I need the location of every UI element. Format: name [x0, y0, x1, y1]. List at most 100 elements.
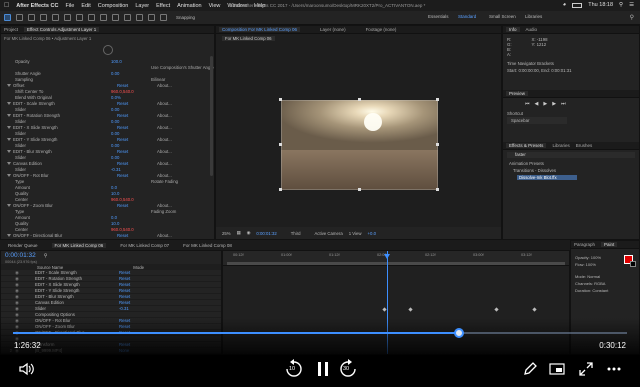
- tab-paragraph[interactable]: Paragraph: [574, 242, 595, 247]
- magnification-select[interactable]: 25%: [222, 231, 231, 236]
- effect-property-value[interactable]: Reset: [117, 203, 157, 208]
- tab-brushes[interactable]: Brushes: [576, 143, 593, 148]
- last-frame-icon[interactable]: ⏭: [561, 101, 566, 107]
- wifi-icon[interactable]: ◕: [563, 2, 567, 8]
- effect-property-value[interactable]: Reset: [117, 233, 157, 238]
- layer-property-value[interactable]: -0.31: [119, 306, 149, 311]
- effect-property-value[interactable]: Reset: [117, 137, 157, 142]
- keyframe-icon[interactable]: [408, 307, 413, 312]
- layer-property-value[interactable]: Reset: [119, 282, 149, 287]
- clone-tool-icon[interactable]: [124, 14, 131, 21]
- tab-project[interactable]: Project: [4, 27, 18, 32]
- skip-back-icon[interactable]: 10: [282, 356, 306, 382]
- resolution-select[interactable]: Third: [291, 231, 301, 236]
- preset-item-selected[interactable]: Dissolve-Ink Blot.ffx: [517, 175, 577, 180]
- effect-property-value[interactable]: 960.0,540.0: [111, 89, 151, 94]
- selection-handle[interactable]: [358, 98, 361, 101]
- effect-property-value[interactable]: 10.0: [111, 191, 151, 196]
- workspace-small-screen[interactable]: Small Screen: [489, 14, 516, 19]
- menu-layer[interactable]: Layer: [135, 3, 149, 9]
- effect-property-extra[interactable]: About...: [157, 101, 172, 106]
- work-area-bar[interactable]: [227, 262, 565, 265]
- tree-animation-presets[interactable]: Animation Presets: [503, 160, 639, 167]
- apple-icon[interactable]: : [4, 2, 9, 9]
- menu-animation[interactable]: Animation: [177, 3, 201, 9]
- eraser-tool-icon[interactable]: [136, 14, 143, 21]
- menu-effect[interactable]: Effect: [156, 3, 170, 9]
- layer-property-value[interactable]: Reset: [119, 294, 149, 299]
- tab-comp-07[interactable]: For MK Linked Comp 07: [120, 243, 169, 248]
- next-frame-icon[interactable]: ▶: [552, 101, 556, 107]
- effects-search-input[interactable]: faster: [507, 152, 635, 158]
- tab-preview[interactable]: Preview: [506, 91, 529, 96]
- col-mode[interactable]: Mode: [133, 265, 144, 270]
- tab-footage[interactable]: Footage (none): [366, 27, 397, 32]
- prev-frame-icon[interactable]: ◀: [535, 101, 539, 107]
- camera-tool-icon[interactable]: [52, 14, 59, 21]
- effect-property-extra[interactable]: Use Composition's Shutter Angle: [151, 65, 214, 70]
- menu-view[interactable]: View: [209, 3, 221, 9]
- effect-property-value[interactable]: 0.0: [111, 185, 151, 190]
- effect-property-extra[interactable]: About...: [157, 125, 172, 130]
- rectangle-tool-icon[interactable]: [76, 14, 83, 21]
- battery-icon[interactable]: [572, 2, 583, 8]
- expand-triangle-icon[interactable]: [7, 233, 11, 237]
- search-help-icon[interactable]: ⚲: [630, 14, 634, 21]
- effect-property-value[interactable]: 0.0%: [111, 95, 151, 100]
- layer-property-value[interactable]: Reset: [119, 270, 149, 275]
- expand-triangle-icon[interactable]: [7, 83, 11, 87]
- tab-audio[interactable]: Audio: [526, 27, 538, 32]
- keyframe-icon[interactable]: [382, 307, 387, 312]
- expand-triangle-icon[interactable]: [7, 161, 11, 165]
- paint-duration[interactable]: Duration: Constant: [571, 287, 639, 294]
- volume-icon[interactable]: [16, 358, 38, 380]
- effect-property-extra[interactable]: About...: [157, 83, 172, 88]
- effect-property-value[interactable]: 10.0: [111, 221, 151, 226]
- effect-property-value[interactable]: Reset: [117, 161, 157, 166]
- tree-transitions-dissolves[interactable]: Transitions - Dissolves: [503, 167, 639, 174]
- effect-property-value[interactable]: 0.00: [111, 119, 151, 124]
- timeline-timecode[interactable]: 0:00:01:32: [5, 252, 36, 259]
- shortcut-select[interactable]: Spacebar: [507, 117, 567, 124]
- menu-composition[interactable]: Composition: [98, 3, 129, 9]
- expand-triangle-icon[interactable]: [7, 203, 11, 207]
- paint-channels[interactable]: Channels: RGBA: [571, 280, 639, 287]
- more-options-icon[interactable]: [603, 358, 625, 380]
- effect-property-extra[interactable]: About...: [157, 233, 172, 238]
- effect-property-value[interactable]: 0.0: [111, 215, 151, 220]
- selection-tool-icon[interactable]: [4, 14, 11, 21]
- expand-triangle-icon[interactable]: [7, 101, 11, 105]
- snapshot-icon[interactable]: ◉: [247, 230, 251, 236]
- workspace-essentials[interactable]: Essentials: [428, 14, 449, 19]
- keyframe-icon[interactable]: [494, 307, 499, 312]
- grid-icon[interactable]: ▦: [237, 230, 241, 236]
- menu-file[interactable]: File: [65, 3, 74, 9]
- tab-info[interactable]: Info: [506, 27, 520, 32]
- workspace-standard[interactable]: Standard: [458, 14, 476, 19]
- play-icon[interactable]: ▶: [543, 101, 547, 107]
- layer-property-value[interactable]: Reset: [119, 288, 149, 293]
- effect-property-extra[interactable]: Fading Zoom: [151, 209, 176, 214]
- tab-effect-controls[interactable]: Effect Controls Adjustment Layer 1: [24, 27, 100, 32]
- effect-property-value[interactable]: Reset: [117, 83, 157, 88]
- layer-property-value[interactable]: Reset: [119, 300, 149, 305]
- effect-property-extra[interactable]: About...: [157, 137, 172, 142]
- effect-property-extra[interactable]: Bilinear: [151, 77, 165, 82]
- tab-effects-presets[interactable]: Effects & Presets: [506, 143, 547, 148]
- skip-forward-icon[interactable]: 30: [336, 356, 360, 382]
- selection-handle[interactable]: [279, 188, 282, 191]
- exposure-value[interactable]: +0.0: [368, 231, 376, 236]
- menu-edit[interactable]: Edit: [81, 3, 90, 9]
- snapping-toggle[interactable]: Snapping: [176, 15, 195, 20]
- effect-property-value[interactable]: -0.31: [111, 167, 151, 172]
- tab-comp-08[interactable]: For MK Linked Comp 08: [183, 243, 232, 248]
- app-menu[interactable]: After Effects CC: [16, 3, 58, 9]
- effect-property-extra[interactable]: Rotate Fading: [151, 179, 178, 184]
- pan-behind-tool-icon[interactable]: [64, 14, 71, 21]
- selection-handle[interactable]: [436, 143, 439, 146]
- text-tool-icon[interactable]: [100, 14, 107, 21]
- workspace-libraries[interactable]: Libraries: [525, 14, 542, 19]
- selection-handle[interactable]: [436, 98, 439, 101]
- effect-property-extra[interactable]: About...: [157, 161, 172, 166]
- roto-tool-icon[interactable]: [148, 14, 155, 21]
